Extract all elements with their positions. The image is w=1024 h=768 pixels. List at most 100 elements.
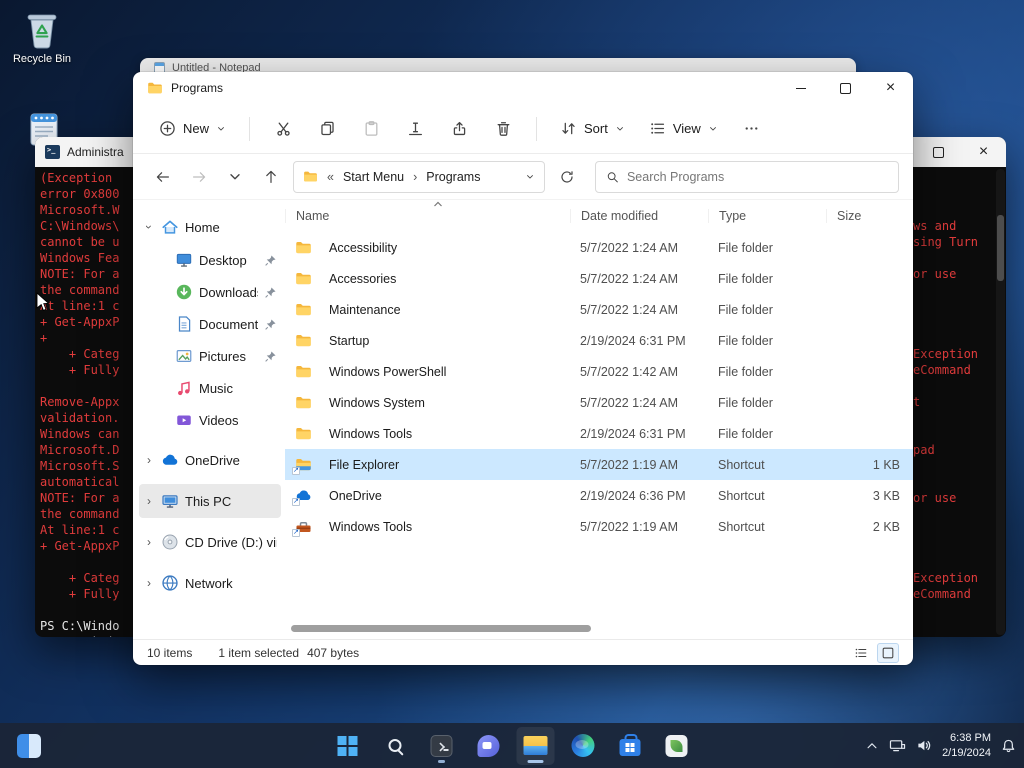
back-button[interactable] xyxy=(147,161,179,193)
minimize-button[interactable] xyxy=(778,72,823,104)
file-date-modified: 5/7/2022 1:19 AM xyxy=(580,457,678,472)
file-icon xyxy=(292,518,314,537)
delete-button[interactable] xyxy=(483,112,523,146)
share-icon xyxy=(453,121,465,136)
pin-icon xyxy=(264,286,277,299)
horizontal-scrollbar-thumb[interactable] xyxy=(291,625,591,632)
sidebar-item[interactable]: Music xyxy=(139,372,281,404)
table-row[interactable]: Windows System 5/7/2022 1:24 AM File fol… xyxy=(285,387,913,418)
toolbar-divider xyxy=(536,116,538,141)
file-name: Accessibility xyxy=(329,240,398,255)
sidebar-item[interactable]: Pictures xyxy=(139,340,281,372)
rename-button[interactable] xyxy=(395,112,435,146)
clock[interactable]: 6:38 PM 2/19/2024 xyxy=(942,731,991,761)
pin-icon xyxy=(264,350,277,363)
explorer-titlebar[interactable]: Programs xyxy=(133,72,913,104)
table-row[interactable]: OneDrive 2/19/2024 6:36 PM Shortcut 3 KB xyxy=(285,480,913,511)
chevron-down-icon xyxy=(616,126,623,130)
cut-button[interactable] xyxy=(263,112,303,146)
table-row[interactable]: Startup 2/19/2024 6:31 PM File folder xyxy=(285,325,913,356)
chevron-down-icon[interactable] xyxy=(525,172,535,182)
volume-icon[interactable] xyxy=(916,738,932,753)
arrow-right-icon xyxy=(193,171,206,182)
expander-chevron-icon[interactable] xyxy=(143,495,155,507)
network-icon[interactable] xyxy=(889,738,906,753)
powershell-title: Administra xyxy=(67,145,124,159)
ps-scrollbar-thumb[interactable] xyxy=(997,215,1004,281)
table-row[interactable]: Windows PowerShell 5/7/2022 1:42 AM File… xyxy=(285,356,913,387)
new-button[interactable]: New xyxy=(149,113,236,144)
sidebar-item[interactable]: Network xyxy=(139,566,281,600)
copy-button[interactable] xyxy=(307,112,347,146)
recent-locations-button[interactable] xyxy=(219,161,251,193)
sidebar-item[interactable]: Home xyxy=(139,210,281,244)
notification-bell-icon[interactable] xyxy=(1001,738,1016,753)
search-icon xyxy=(607,171,618,182)
expander-chevron-icon[interactable] xyxy=(143,221,155,233)
console-line: + Get-AppxP xyxy=(40,539,120,553)
expander-chevron-icon[interactable] xyxy=(143,536,155,548)
recycle-bin-desktop-icon[interactable]: Recycle Bin xyxy=(6,8,78,65)
start-icon[interactable] xyxy=(329,727,367,765)
more-options-button[interactable] xyxy=(732,112,772,146)
maximize-button[interactable] xyxy=(823,72,868,104)
sidebar-item[interactable]: Documents xyxy=(139,308,281,340)
address-bar[interactable]: « Start Menu › Programs xyxy=(293,160,545,193)
ps-scrollbar[interactable] xyxy=(996,169,1005,635)
breadcrumb-programs[interactable]: Programs xyxy=(426,170,480,184)
chat-icon[interactable] xyxy=(470,727,508,765)
table-row[interactable]: Accessibility 5/7/2022 1:24 AM File fold… xyxy=(285,232,913,263)
search-input[interactable] xyxy=(626,169,888,184)
sidebar-item[interactable]: CD Drive (D:) virtio- xyxy=(139,525,281,559)
table-row[interactable]: Windows Tools 5/7/2022 1:19 AM Shortcut … xyxy=(285,511,913,542)
table-row[interactable]: Maintenance 5/7/2022 1:24 AM File folder xyxy=(285,294,913,325)
console-line: Exception xyxy=(913,571,979,585)
column-header-type[interactable]: Type xyxy=(708,209,826,223)
sidebar-item[interactable]: Desktop xyxy=(139,244,281,276)
store-icon[interactable] xyxy=(611,727,649,765)
leaf-app-icon[interactable] xyxy=(658,727,696,765)
sidebar-item-label: OneDrive xyxy=(185,452,240,468)
edge-icon[interactable] xyxy=(564,727,602,765)
widgets-icon[interactable] xyxy=(10,727,48,765)
column-header-size[interactable]: Size xyxy=(826,209,906,223)
breadcrumb-overflow[interactable]: « xyxy=(325,170,336,184)
expander-chevron-icon[interactable] xyxy=(143,454,155,466)
column-header-name[interactable]: Name xyxy=(285,209,570,223)
search-box[interactable] xyxy=(595,160,899,193)
powershell-icon xyxy=(45,145,60,159)
refresh-button[interactable] xyxy=(551,161,583,193)
sidebar-item[interactable]: This PC xyxy=(139,484,281,518)
console-line: Microsoft.W xyxy=(40,203,120,217)
tray-chevron-up-icon[interactable] xyxy=(865,739,879,753)
details-view-toggle[interactable] xyxy=(850,643,872,663)
large-icons-view-toggle[interactable] xyxy=(877,642,899,663)
paste-button[interactable] xyxy=(351,112,391,146)
powershell-output-right: ws and sing Turn or use Exception eCommand t p… xyxy=(913,170,997,602)
console-line: At line:1 c xyxy=(40,299,120,313)
forward-button[interactable] xyxy=(183,161,215,193)
table-row[interactable]: Accessories 5/7/2022 1:24 AM File folder xyxy=(285,263,913,294)
file-name: Maintenance xyxy=(329,302,401,317)
console-line: Microsoft.D xyxy=(40,443,120,457)
sidebar-item[interactable]: OneDrive xyxy=(139,443,281,477)
sort-button[interactable]: Sort xyxy=(550,113,635,144)
file-type: File folder xyxy=(718,271,773,286)
breadcrumb-start-menu[interactable]: Start Menu xyxy=(343,170,404,184)
table-row[interactable]: File Explorer 5/7/2022 1:19 AM Shortcut … xyxy=(285,449,913,480)
search-icon[interactable] xyxy=(376,727,414,765)
up-button[interactable] xyxy=(255,161,287,193)
ps-maximize-button[interactable] xyxy=(916,137,961,167)
pin-icon xyxy=(264,318,277,331)
view-button[interactable]: View xyxy=(639,113,728,144)
sidebar-item[interactable]: Downloads xyxy=(139,276,281,308)
share-button[interactable] xyxy=(439,112,479,146)
ps-close-button[interactable] xyxy=(961,137,1006,167)
sidebar-item[interactable]: Videos xyxy=(139,404,281,436)
expander-chevron-icon[interactable] xyxy=(143,577,155,589)
file-explorer-icon[interactable] xyxy=(516,726,555,765)
column-header-date[interactable]: Date modified xyxy=(570,209,708,223)
table-row[interactable]: Windows Tools 2/19/2024 6:31 PM File fol… xyxy=(285,418,913,449)
terminal-icon[interactable] xyxy=(423,727,461,765)
close-button[interactable] xyxy=(868,72,913,104)
